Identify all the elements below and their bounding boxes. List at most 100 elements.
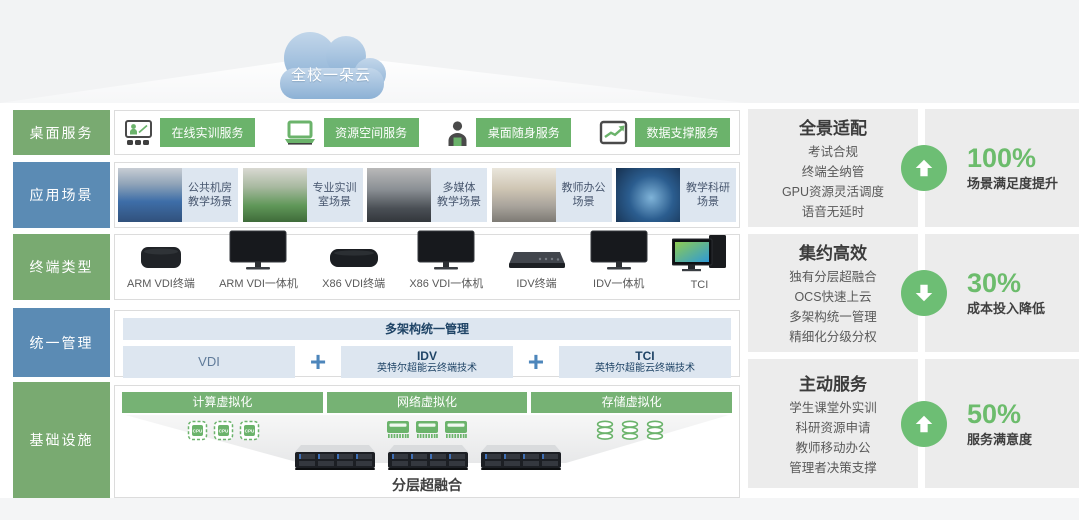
row-label-infrastructure: 基础设施	[13, 382, 110, 498]
monitor-icon	[229, 230, 287, 270]
rack-server-icon	[291, 443, 379, 471]
plus-icon: +	[310, 348, 326, 376]
stat-label: 成本投入降低	[967, 298, 1079, 317]
multi-arch-banner: 多架构统一管理	[123, 318, 731, 340]
scene-research: 教学科研 场景	[616, 168, 736, 222]
laptop-icon	[283, 120, 317, 145]
memory-icon	[444, 420, 468, 439]
person-icon	[446, 120, 469, 146]
scene-label: 教师办公 场景	[556, 168, 612, 222]
disk-icon	[620, 420, 640, 441]
cpu-icon: CPU	[213, 420, 234, 441]
terminal-tci: TCI	[672, 234, 727, 291]
row-label-terminal-types: 终端类型	[13, 234, 110, 300]
plus-icon: +	[528, 348, 544, 376]
scene-label: 教学科研 场景	[680, 168, 736, 222]
tci-box: TCI 英特尔超能云终端技术	[559, 346, 731, 378]
service-resource-space: 资源空间服务	[283, 118, 419, 147]
slim-box-icon	[508, 250, 566, 270]
row-label-desktop-services: 桌面服务	[13, 110, 110, 155]
benefit-title: 主动服务	[748, 370, 918, 395]
scene-label: 公共机房 教学场景	[182, 168, 238, 222]
disk-icon	[595, 420, 615, 441]
terminal-arm-vdi: ARM VDI终端	[127, 242, 195, 291]
infrastructure-box: 计算虚拟化 网络虚拟化 存储虚拟化 CPU CPU	[114, 385, 740, 498]
server-cluster	[291, 443, 565, 471]
stat-value: 30%	[967, 269, 1079, 297]
arrow-down-icon	[901, 270, 947, 316]
compute-virtualization-banner: 计算虚拟化	[122, 392, 323, 413]
service-button: 资源空间服务	[324, 118, 419, 147]
hyper-convergence-caption: 分层超融合	[115, 475, 739, 495]
storage-icon-group	[529, 420, 732, 441]
benefit-panel-efficiency: 集约高效 独有分层超融合 OCS快速上云 多架构统一管理 精细化分级分权 30%…	[748, 234, 1079, 352]
cloud-icon	[266, 26, 396, 100]
svg-text:CPU: CPU	[245, 429, 255, 434]
service-online-training: 在线实训服务	[124, 118, 255, 147]
scene-public-lab: 公共机房 教学场景	[118, 168, 238, 222]
scene-photo-office	[492, 168, 556, 222]
svg-text:CPU: CPU	[219, 429, 229, 434]
bottom-background-band	[0, 498, 1079, 520]
desktop-pc-icon	[672, 234, 727, 274]
service-button: 数据支撑服务	[635, 118, 730, 147]
benefit-panel-service: 主动服务 学生课堂外实训 科研资源申请 教师移动办公 管理者决策支撑 50% 服…	[748, 359, 1079, 488]
stat-value: 50%	[967, 400, 1079, 428]
settop-box-icon	[139, 242, 183, 270]
chart-icon	[599, 120, 628, 146]
scene-photo-multimedia-classroom	[367, 168, 431, 222]
row-label-unified-management: 统一管理	[13, 308, 110, 377]
monitor-icon	[590, 230, 648, 270]
monitor-icon	[417, 230, 475, 270]
application-scenes-box: 公共机房 教学场景 专业实训 室场景 多媒体 教学场景 教师办公 场景 教学科研…	[114, 162, 740, 228]
stat-label: 服务满意度	[967, 429, 1079, 448]
mini-pc-icon	[329, 245, 379, 270]
network-virtualization-banner: 网络虚拟化	[327, 392, 528, 413]
arrow-up-icon	[901, 401, 947, 447]
row-label-application-scenes: 应用场景	[13, 162, 110, 228]
service-portable-desktop: 桌面随身服务	[446, 118, 571, 147]
terminal-idv: IDV终端	[508, 250, 566, 291]
terminal-x86-vdi: X86 VDI终端	[322, 245, 385, 291]
unified-management-box: 多架构统一管理 VDI + IDV 英特尔超能云终端技术 + TCI 英特尔超能…	[114, 310, 740, 377]
ram-icon-group	[325, 420, 528, 441]
cpu-icon: CPU	[239, 420, 260, 441]
cloud-title: 全校一朵云	[266, 64, 396, 85]
memory-icon	[415, 420, 439, 439]
terminal-arm-vdi-aio: ARM VDI一体机	[219, 230, 298, 291]
disk-icon	[645, 420, 665, 441]
scene-photo-training-room	[243, 168, 307, 222]
idv-box: IDV 英特尔超能云终端技术	[341, 346, 513, 378]
rack-server-icon	[477, 443, 565, 471]
stat-label: 场景满足度提升	[967, 173, 1079, 192]
desktop-services-box: 在线实训服务 资源空间服务 桌面随身服务	[114, 110, 740, 155]
service-data-support: 数据支撑服务	[599, 118, 730, 147]
benefit-panel-adaptation: 全景适配 考试合规 终端全纳管 GPU资源灵活调度 语音无延时 100% 场景满…	[748, 109, 1079, 227]
arrow-up-icon	[901, 145, 947, 191]
service-button: 桌面随身服务	[476, 118, 571, 147]
scene-training-room: 专业实训 室场景	[243, 168, 363, 222]
memory-icon	[386, 420, 410, 439]
storage-virtualization-banner: 存储虚拟化	[531, 392, 732, 413]
cpu-icon: CPU	[187, 420, 208, 441]
scene-teacher-office: 教师办公 场景	[492, 168, 612, 222]
terminal-idv-aio: IDV一体机	[590, 230, 648, 291]
cloud-shape: 全校一朵云	[266, 26, 396, 100]
svg-text:CPU: CPU	[193, 429, 203, 434]
terminal-x86-vdi-aio: X86 VDI一体机	[409, 230, 483, 291]
benefit-title: 集约高效	[748, 239, 918, 264]
scene-label: 专业实训 室场景	[307, 168, 363, 222]
service-button: 在线实训服务	[160, 118, 255, 147]
rack-server-icon	[384, 443, 472, 471]
stat-value: 100%	[967, 144, 1079, 172]
cpu-icon-group: CPU CPU CPU	[122, 420, 325, 441]
terminal-types-box: ARM VDI终端 ARM VDI一体机 X86 VDI终端	[114, 234, 740, 300]
benefit-title: 全景适配	[748, 114, 918, 139]
scene-multimedia: 多媒体 教学场景	[367, 168, 487, 222]
classroom-icon	[124, 119, 153, 146]
scene-photo-computer-lab	[118, 168, 182, 222]
scene-photo-research	[616, 168, 680, 222]
school-cloud-diagram: 全校一朵云 桌面服务 应用场景 终端类型 统一管理 基础设施 在线实训服务	[0, 0, 1079, 520]
vdi-box: VDI	[123, 346, 295, 378]
scene-label: 多媒体 教学场景	[431, 168, 487, 222]
